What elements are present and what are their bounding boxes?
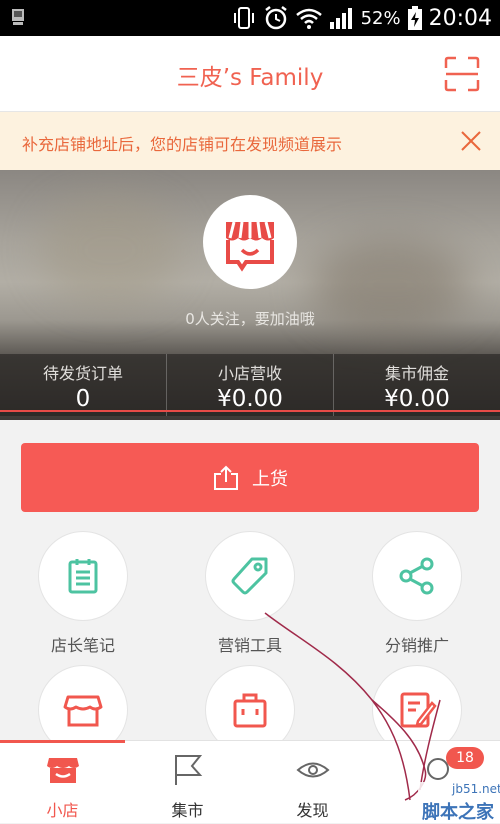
tool-icon-circle	[38, 531, 128, 621]
shop-logo-icon	[226, 221, 274, 272]
tab-label: 集市	[171, 801, 204, 820]
shop-icon	[63, 695, 103, 727]
bag-icon	[233, 693, 267, 728]
stat-label: 小店营收	[217, 364, 282, 383]
tool-icon-circle	[372, 531, 462, 621]
page-title: 三皮’s Family	[176, 65, 324, 91]
upload-icon	[214, 465, 238, 490]
wifi-icon	[295, 8, 322, 29]
tab-label: 发现	[296, 801, 329, 820]
upload-button-label: 上货	[252, 468, 288, 490]
notice-text: 补充店铺地址后，您的店铺可在发现频道展示	[22, 135, 343, 154]
tag-icon	[231, 557, 268, 595]
tool-label: 分销推广	[384, 636, 449, 655]
tool-shop-notes[interactable]: 店长笔记	[0, 531, 166, 656]
close-icon[interactable]	[458, 128, 484, 154]
tab-market[interactable]: 集市	[125, 741, 250, 824]
tool-marketing[interactable]: 营销工具	[167, 531, 333, 656]
stat-label: 待发货订单	[42, 364, 123, 383]
shop-icon	[47, 758, 79, 783]
notification-badge: 18	[446, 747, 484, 769]
edit-doc-icon	[400, 692, 437, 728]
phone-vibrate-icon	[233, 7, 254, 29]
shop-header: 0人关注，要加油哦 待发货订单 0 小店营收 ¥0.00 集市佣金 ¥0.00	[0, 170, 500, 420]
tool-icon-circle	[205, 531, 295, 621]
notepad-icon	[68, 559, 98, 594]
stat-value: ¥0.00	[384, 386, 450, 412]
clock: 20:04	[428, 5, 492, 31]
signal-icon	[329, 8, 352, 29]
followers-text: 0人关注，要加油哦	[185, 310, 315, 328]
tool-label: 营销工具	[217, 636, 282, 655]
stat-pending-orders[interactable]: 待发货订单 0	[0, 354, 167, 416]
stat-label: 集市佣金	[384, 364, 449, 383]
alarm-icon	[264, 6, 287, 30]
background-blur	[40, 195, 180, 305]
shop-stats: 待发货订单 0 小店营收 ¥0.00 集市佣金 ¥0.00	[0, 354, 500, 416]
address-notice-banner[interactable]: 补充店铺地址后，您的店铺可在发现频道展示	[0, 112, 500, 170]
notification-icon	[12, 9, 24, 25]
scan-icon[interactable]	[444, 56, 480, 92]
stat-value: ¥0.00	[217, 386, 283, 412]
status-bar: 52% 20:04	[0, 0, 500, 36]
tool-label: 店长笔记	[50, 636, 115, 655]
stat-shop-revenue[interactable]: 小店营收 ¥0.00	[167, 354, 334, 416]
eye-icon	[296, 762, 330, 778]
upload-goods-button[interactable]: 上货	[21, 443, 479, 512]
tab-label: 小店	[46, 801, 79, 820]
title-bar: 三皮’s Family	[0, 36, 500, 112]
stat-market-commission[interactable]: 集市佣金 ¥0.00	[334, 354, 500, 416]
watermark: jb51.net 脚本之家	[418, 782, 500, 823]
share-icon	[399, 557, 434, 595]
flag-icon	[175, 755, 203, 785]
divider-line	[0, 410, 500, 412]
tab-discover[interactable]: 发现	[250, 741, 375, 824]
watermark-brand: 脚本之家	[422, 802, 494, 823]
battery-percent: 52%	[360, 7, 401, 29]
shop-avatar[interactable]	[203, 195, 297, 289]
tools-grid: 店长笔记 营销工具 分销推广	[0, 528, 500, 755]
stat-value: 0	[75, 386, 91, 412]
watermark-site: jb51.net	[452, 782, 500, 796]
tool-distribution[interactable]: 分销推广	[334, 531, 500, 656]
tab-shop[interactable]: 小店	[0, 741, 125, 824]
battery-charging-icon	[407, 6, 422, 30]
